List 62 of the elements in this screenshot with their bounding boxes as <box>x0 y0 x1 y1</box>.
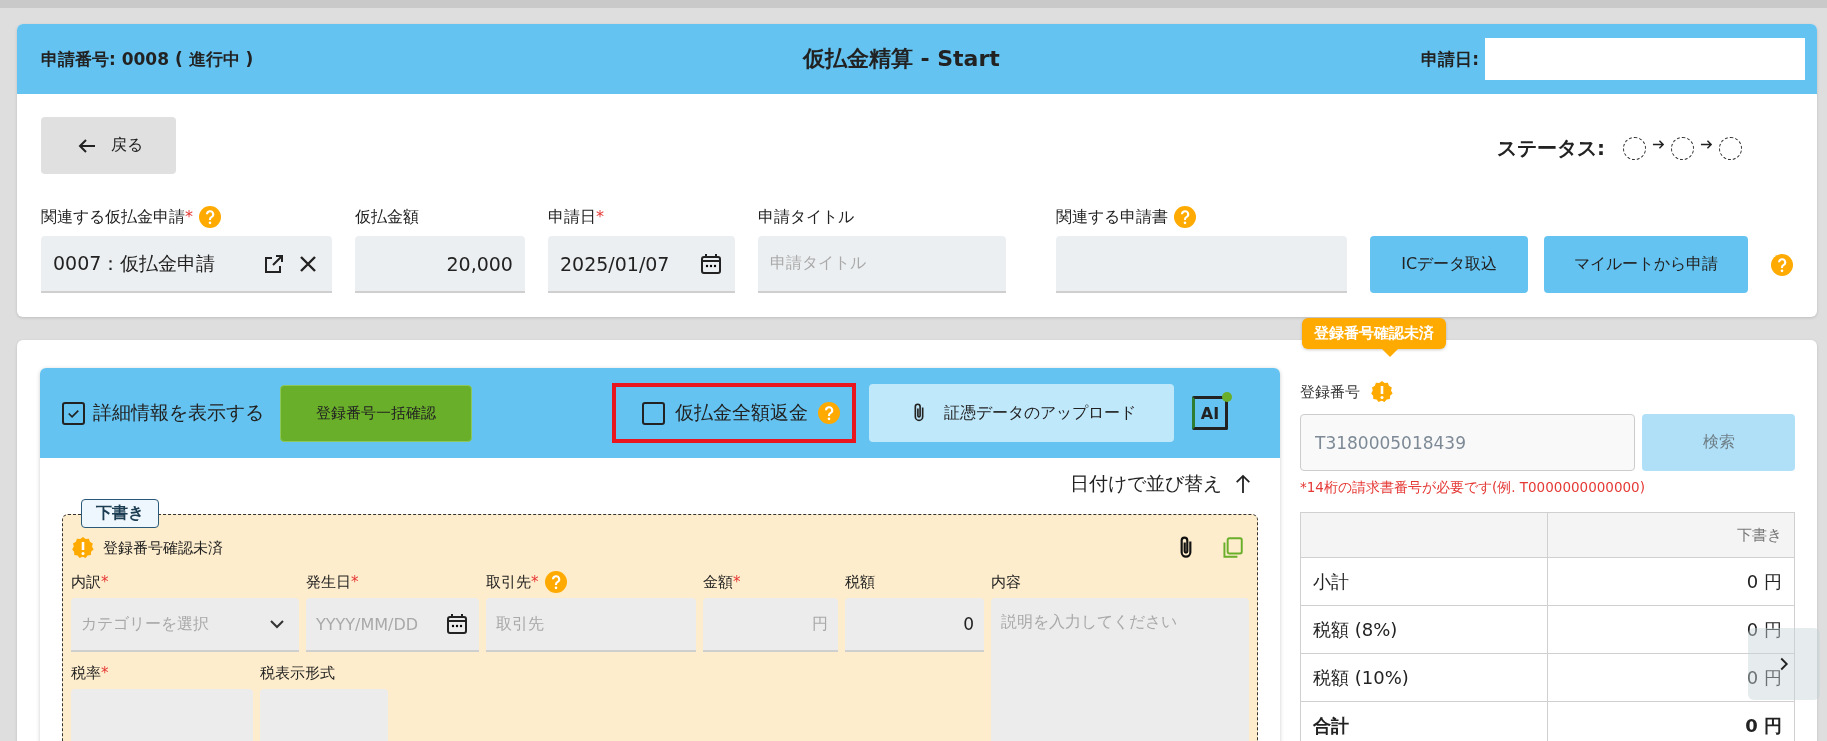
back-button[interactable]: 戻る <box>41 117 176 174</box>
page-title: 仮払金精算 - Start <box>802 45 1000 73</box>
field-label: 申請タイトル <box>757 206 854 228</box>
field-label: 仮払金額 <box>354 206 419 228</box>
table-cell: 合計 <box>1300 701 1548 741</box>
field-label: 内容 <box>991 572 1021 592</box>
help-icon[interactable] <box>199 206 221 228</box>
calendar-icon[interactable] <box>445 612 469 636</box>
table-cell: 0 円 <box>1547 557 1795 606</box>
field-label: 金額* <box>703 572 741 592</box>
table-header: 下書き <box>1547 512 1795 558</box>
field-label: 内訳* <box>71 572 109 592</box>
field-label: 発生日* <box>306 572 359 592</box>
action-button[interactable]: マイルートから申請 <box>1544 236 1749 293</box>
table-cell: 0 円 <box>1547 605 1795 654</box>
tooltip: 登録番号確認未済 <box>1302 318 1446 349</box>
field-label: 登録番号 <box>1300 382 1360 402</box>
input-field[interactable] <box>260 689 388 741</box>
checkbox[interactable] <box>62 401 85 425</box>
arrow-right-icon <box>1652 138 1665 151</box>
field-label: 申請日* <box>547 206 604 228</box>
tooltip-pointer <box>1382 349 1398 357</box>
help-icon[interactable] <box>1771 254 1794 276</box>
amount-field[interactable]: 20,000 <box>354 236 525 293</box>
warning-text: 登録番号確認未済 <box>103 538 223 558</box>
input-field[interactable]: 0007：仮払金申請 <box>41 236 332 293</box>
application-number: 申請番号: 0008 ( 進行中 ) <box>41 47 254 71</box>
date-field[interactable]: 2025/01/07 <box>547 236 735 293</box>
draft-tag: 下書き <box>81 499 159 528</box>
table-cell: 小計 <box>1300 557 1548 606</box>
date-input[interactable] <box>1485 38 1805 80</box>
input-field[interactable] <box>1056 236 1347 293</box>
help-icon[interactable] <box>818 402 840 424</box>
warning-icon <box>71 536 95 560</box>
field-label: 税額 <box>845 572 875 592</box>
status-label: ステータス: <box>1497 135 1605 162</box>
checkbox-label[interactable]: 仮払金全額返金 <box>675 400 808 426</box>
arrow-up-icon[interactable] <box>1234 472 1252 496</box>
amount-field[interactable]: 0 <box>845 598 984 652</box>
checkbox[interactable] <box>642 401 665 425</box>
arrow-right-icon <box>1700 138 1713 151</box>
sort-link[interactable]: 日付けで並び替え <box>1070 471 1222 497</box>
help-icon[interactable] <box>544 571 567 593</box>
error-message: *14桁の請求書番号が必要です(例. T0000000000000) <box>1300 479 1646 497</box>
checkbox-label[interactable]: 詳細情報を表示する <box>93 400 264 426</box>
field-label: 関連する申請書 <box>1056 206 1169 228</box>
input-field[interactable] <box>71 689 253 741</box>
bulk-check-button[interactable]: 登録番号一括確認 <box>280 384 472 442</box>
table-cell: 0 円 <box>1547 653 1795 702</box>
date-label: 申請日: <box>1421 47 1479 71</box>
action-button[interactable]: ICデータ取込 <box>1370 236 1529 293</box>
upload-button[interactable]: 証憑データのアップロード <box>869 384 1174 442</box>
field-label: 関連する仮払金申請* <box>41 206 193 228</box>
help-icon[interactable] <box>1174 206 1197 228</box>
field-label: 税表示形式 <box>260 663 335 683</box>
warning-icon <box>1370 380 1394 404</box>
calendar-icon[interactable] <box>698 251 723 276</box>
table-cell: 税額 (10%) <box>1300 653 1548 702</box>
field-label: 取引先* <box>486 572 539 592</box>
registration-number-field[interactable]: T3180005018439 <box>1300 414 1635 471</box>
field-label: 税率* <box>71 663 109 683</box>
table-cell: 税額 (8%) <box>1300 605 1548 654</box>
